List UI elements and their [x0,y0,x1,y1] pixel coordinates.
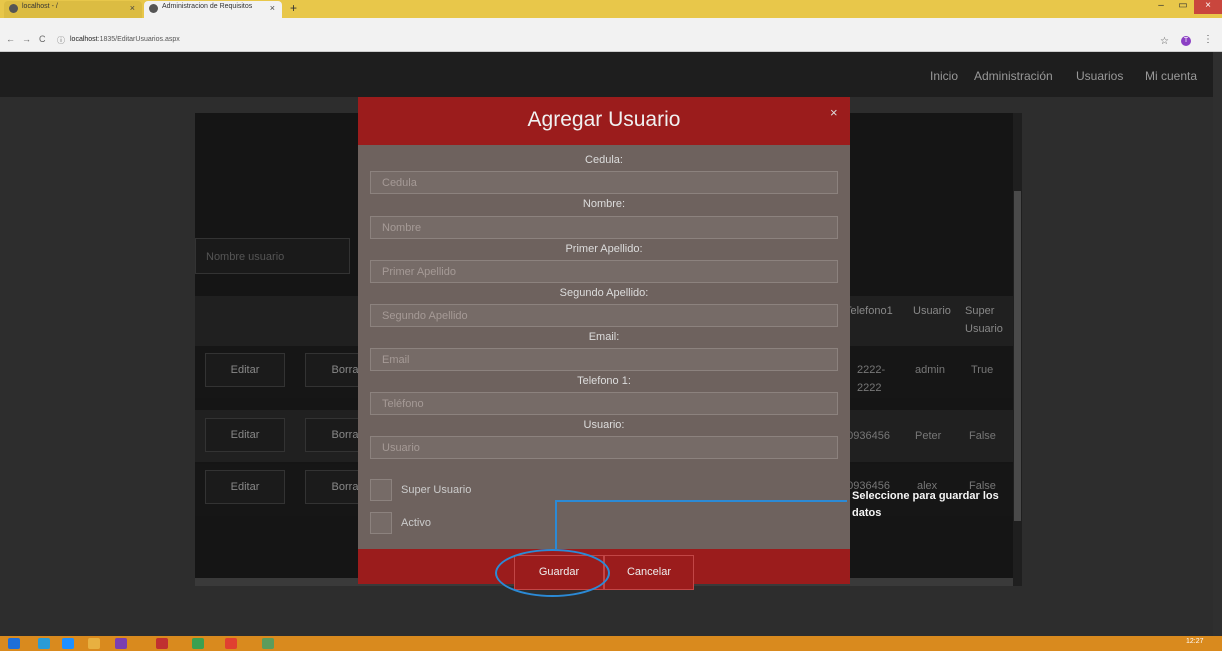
app-icon[interactable] [192,638,204,649]
username-search-input[interactable]: Nombre usuario [195,238,350,274]
chrome-icon[interactable] [225,638,237,649]
cancel-button[interactable]: Cancelar [604,555,694,590]
tab-close-icon[interactable]: × [130,3,135,13]
cell-super: True [971,364,994,376]
email-label: Email: [588,331,620,343]
annotation-highlight-ellipse [495,549,610,597]
bookmark-star-icon[interactable]: ☆ [1160,36,1169,47]
cell-super: False [969,430,996,442]
segundo-apellido-input[interactable]: Segundo Apellido [370,304,838,327]
cell-telefono-line1: 2222- [857,364,886,376]
telefono-input[interactable]: Teléfono [370,392,838,415]
nav-inicio[interactable]: Inicio [930,69,958,83]
url-host: localhost [70,36,98,43]
file-explorer-icon[interactable] [88,638,100,649]
nav-usuarios[interactable]: Usuarios [1076,69,1123,83]
edit-button[interactable]: Editar [205,470,285,504]
header-telefono1: Telefono1 [845,305,893,317]
primer-apellido-input[interactable]: Primer Apellido [370,260,838,283]
add-user-modal: Agregar Usuario × Cedula: Cedula Nombre:… [358,97,850,590]
tab-localhost[interactable]: localhost - / × [4,1,142,18]
super-usuario-label: Super Usuario [401,484,472,496]
reload-icon[interactable]: C [39,34,46,44]
nombre-label: Nombre: [582,198,626,210]
back-arrow-icon[interactable]: ← [6,34,15,44]
address-bar[interactable]: localhost:1835/EditarUsuarios.aspx [70,36,180,43]
tab-label: localhost - / [22,3,58,10]
activo-label: Activo [401,517,431,529]
modal-header: Agregar Usuario × [358,97,850,145]
primer-apellido-placeholder: Primer Apellido [382,266,456,278]
modal-title: Agregar Usuario [527,108,681,131]
screen: localhost - / × Administracion de Requis… [0,0,1222,651]
nombre-input[interactable]: Nombre [370,216,838,239]
globe-icon [9,4,18,13]
header-super-usuario-line1: Super [965,305,995,317]
browser-tab-bar: localhost - / × Administracion de Requis… [0,0,1222,18]
primer-apellido-label: Primer Apellido: [565,243,643,255]
email-placeholder: Email [382,354,410,366]
browser-toolbar: ← → C ⓘ localhost:1835/EditarUsuarios.as… [0,18,1222,52]
tab-close-icon[interactable]: × [270,3,275,13]
nav-administracion[interactable]: Administración [974,69,1053,83]
nombre-placeholder: Nombre [382,222,422,234]
usuario-input[interactable]: Usuario [370,436,838,459]
maximize-button[interactable]: ▭ [1172,0,1194,14]
cedula-placeholder: Cedula [382,177,417,189]
annotation-connector-horizontal [555,500,847,502]
tab-label: Administracion de Requisitos [162,3,253,10]
email-input[interactable]: Email [370,348,838,371]
activo-checkbox[interactable] [370,512,392,534]
edit-button[interactable]: Editar [205,353,285,387]
desktop-icon[interactable] [38,638,50,649]
profile-avatar[interactable]: T [1181,36,1191,46]
cell-usuario: admin [915,364,945,376]
forward-arrow-icon[interactable]: → [22,34,31,44]
globe-icon [149,4,158,13]
url-path: :1835/EditarUsuarios.aspx [97,36,180,43]
cell-usuario: Peter [915,430,942,442]
site-info-icon[interactable]: ⓘ [57,35,65,46]
internet-explorer-icon[interactable] [62,638,74,649]
start-icon[interactable] [8,638,20,649]
edit-button[interactable]: Editar [205,418,285,452]
header-usuario: Usuario [913,305,951,317]
modal-close-icon[interactable]: × [830,105,838,120]
close-window-button[interactable]: × [1194,0,1222,14]
header-super-usuario-line2: Usuario [965,323,1003,335]
usuario-placeholder: Usuario [382,442,420,454]
new-tab-button[interactable]: + [290,1,297,15]
app-icon[interactable] [156,638,168,649]
search-placeholder: Nombre usuario [206,251,285,263]
browser-menu-icon[interactable]: ⋮ [1203,34,1213,45]
telefono-label: Telefono 1: [577,375,631,387]
windows-taskbar: 12:27 [0,636,1222,651]
super-usuario-checkbox[interactable] [370,479,392,501]
panel-vertical-scrollbar[interactable] [1013,113,1022,586]
taskbar-clock: 12:27 [1186,638,1204,645]
cedula-label: Cedula: [585,154,623,166]
visual-studio-icon[interactable] [115,638,127,649]
scrollbar-thumb[interactable] [1014,191,1021,521]
annotation-connector-vertical [555,501,557,549]
cedula-input[interactable]: Cedula [370,171,838,194]
usuario-label: Usuario: [583,419,625,431]
page-vertical-scrollbar[interactable] [1213,52,1222,636]
app-icon[interactable] [262,638,274,649]
cell-telefono-line2: 2222 [857,382,882,394]
nav-mi-cuenta[interactable]: Mi cuenta [1145,69,1197,83]
annotation-callout-text: Seleccione para guardar los datos [852,490,999,519]
tab-administracion[interactable]: Administracion de Requisitos × [144,1,282,18]
minimize-button[interactable]: – [1150,0,1172,14]
segundo-apellido-placeholder: Segundo Apellido [382,310,468,322]
telefono-placeholder: Teléfono [382,398,424,410]
site-navbar: Inicio Administración Usuarios Mi cuenta [0,52,1213,97]
segundo-apellido-label: Segundo Apellido: [559,287,649,299]
